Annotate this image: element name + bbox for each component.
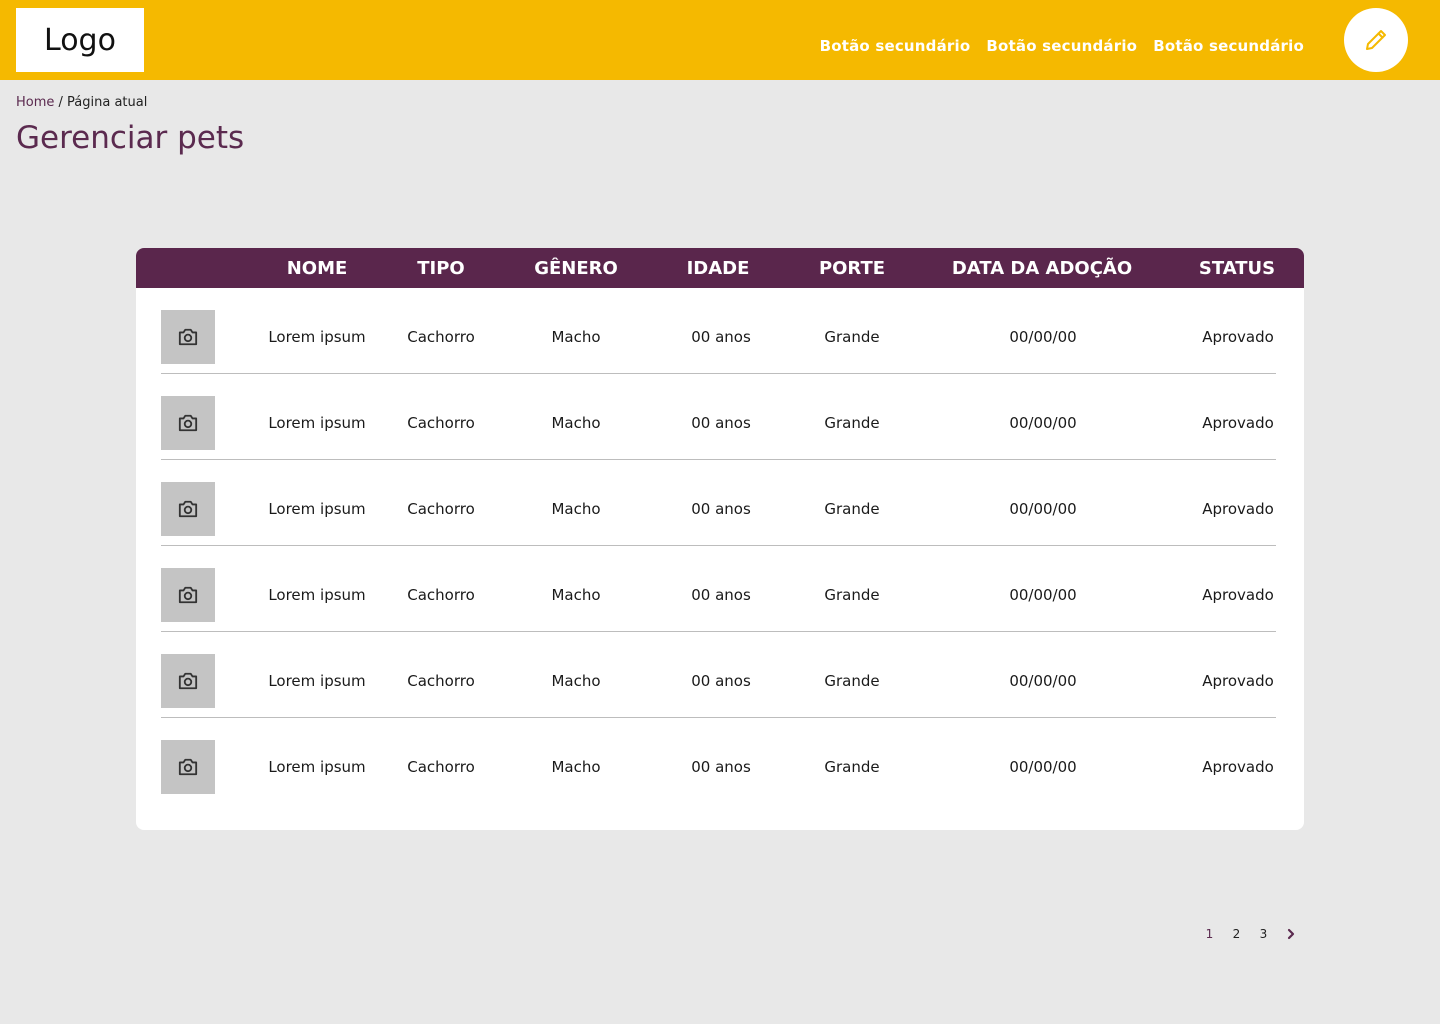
camera-icon [178,586,198,604]
cell-idade: 00 anos [691,328,751,346]
top-nav: Botão secundário Botão secundário Botão … [820,37,1304,55]
breadcrumb: Home / Página atual [16,95,147,110]
cell-idade: 00 anos [691,500,751,518]
cell-status: Aprovado [1202,500,1274,518]
page-1-link[interactable]: 1 [1196,927,1223,941]
cell-nome: Lorem ipsum [268,500,366,518]
pet-photo-placeholder[interactable] [161,740,215,794]
nav-secondary-button-1[interactable]: Botão secundário [820,37,971,55]
cell-genero: Macho [551,414,601,432]
cell-genero: Macho [551,328,601,346]
cell-tipo: Cachorro [407,758,475,776]
cell-genero: Macho [551,586,601,604]
cell-nome: Lorem ipsum [268,586,366,604]
cell-data: 00/00/00 [1009,414,1077,432]
cell-idade: 00 anos [691,414,751,432]
nav-secondary-button-3[interactable]: Botão secundário [1153,37,1304,55]
page-title: Gerenciar pets [16,120,245,156]
cell-data: 00/00/00 [1009,758,1077,776]
cell-data: 00/00/00 [1009,500,1077,518]
cell-idade: 00 anos [691,586,751,604]
page-3-link[interactable]: 3 [1250,927,1277,941]
table-row[interactable]: Lorem ipsum Cachorro Macho 00 anos Grande 00/… [161,718,1276,804]
cell-data: 00/00/00 [1009,586,1077,604]
camera-icon [178,414,198,432]
edit-button[interactable] [1344,8,1408,72]
table-row[interactable]: Lorem ipsum Cachorro Macho 00 anos Grande 00/… [161,546,1276,632]
column-header-genero: GÊNERO [534,258,618,279]
pet-photo-placeholder[interactable] [161,568,215,622]
cell-idade: 00 anos [691,672,751,690]
camera-icon [178,758,198,776]
cell-status: Aprovado [1202,586,1274,604]
cell-tipo: Cachorro [407,328,475,346]
pencil-icon [1366,30,1386,50]
cell-nome: Lorem ipsum [268,328,366,346]
column-header-tipo: TIPO [417,258,465,279]
cell-idade: 00 anos [691,758,751,776]
column-header-status: STATUS [1198,258,1276,279]
pet-photo-placeholder[interactable] [161,482,215,536]
pet-photo-placeholder[interactable] [161,396,215,450]
table-row[interactable]: Lorem ipsum Cachorro Macho 00 anos Grande 00/… [161,288,1276,374]
cell-nome: Lorem ipsum [268,672,366,690]
cell-data: 00/00/00 [1009,328,1077,346]
cell-porte: Grande [824,328,880,346]
column-header-nome: NOME [286,258,348,279]
cell-porte: Grande [824,586,880,604]
breadcrumb-current: Página atual [67,95,148,110]
cell-porte: Grande [824,500,880,518]
table-row[interactable]: Lorem ipsum Cachorro Macho 00 anos Grande 00/… [161,374,1276,460]
cell-status: Aprovado [1202,672,1274,690]
cell-status: Aprovado [1202,328,1274,346]
table-row[interactable]: Lorem ipsum Cachorro Macho 00 anos Grande 00/… [161,460,1276,546]
pet-photo-placeholder[interactable] [161,310,215,364]
pets-table: NOME TIPO GÊNERO IDADE PORTE DATA DA ADO… [136,248,1304,830]
table-row[interactable]: Lorem ipsum Cachorro Macho 00 anos Grande 00/… [161,632,1276,718]
cell-genero: Macho [551,500,601,518]
cell-status: Aprovado [1202,758,1274,776]
column-header-data-adocao: DATA DA ADOÇÃO [951,258,1133,279]
page-2-link[interactable]: 2 [1223,927,1250,941]
camera-icon [178,500,198,518]
cell-genero: Macho [551,758,601,776]
cell-nome: Lorem ipsum [268,414,366,432]
cell-nome: Lorem ipsum [268,758,366,776]
breadcrumb-separator: / [54,95,68,110]
cell-porte: Grande [824,672,880,690]
camera-icon [178,672,198,690]
pagination: 1 2 3 [1196,927,1304,941]
breadcrumb-home-link[interactable]: Home [16,95,54,110]
top-bar: Logo Botão secundário Botão secundário B… [0,0,1440,80]
chevron-right-icon [1287,928,1294,940]
pet-photo-placeholder[interactable] [161,654,215,708]
column-header-porte: PORTE [818,258,886,279]
nav-secondary-button-2[interactable]: Botão secundário [986,37,1137,55]
column-header-idade: IDADE [686,258,750,279]
cell-porte: Grande [824,758,880,776]
cell-genero: Macho [551,672,601,690]
cell-tipo: Cachorro [407,414,475,432]
table-header: NOME TIPO GÊNERO IDADE PORTE DATA DA ADO… [136,248,1304,288]
camera-icon [178,328,198,346]
cell-status: Aprovado [1202,414,1274,432]
cell-tipo: Cachorro [407,500,475,518]
cell-tipo: Cachorro [407,672,475,690]
cell-data: 00/00/00 [1009,672,1077,690]
cell-porte: Grande [824,414,880,432]
cell-tipo: Cachorro [407,586,475,604]
next-page-button[interactable] [1277,928,1304,940]
logo[interactable]: Logo [16,8,144,72]
